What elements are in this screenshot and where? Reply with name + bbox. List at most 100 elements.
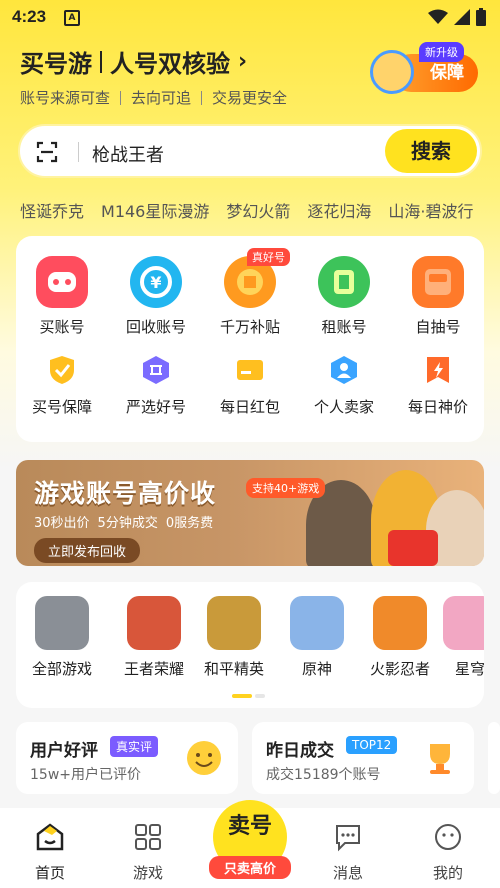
header-subtitle: 账号来源可查 去向可追 交易更安全: [20, 87, 287, 108]
service-label: 买号保障: [31, 398, 92, 416]
service-buy-guarantee[interactable]: 买号保障: [22, 354, 102, 417]
draw-box-icon: [412, 256, 464, 308]
subtitle-item: 交易更安全: [212, 89, 288, 107]
service-label: 每日红包: [219, 398, 280, 416]
recycle-banner[interactable]: 游戏账号高价收 支持40+游戏 30秒出价 5分钟成交 0服务费 立即发布回收: [16, 460, 484, 566]
service-label: 租账号: [321, 318, 367, 336]
hot-tag: 真好号: [247, 248, 290, 266]
game-icon: [127, 596, 181, 650]
service-subsidy[interactable]: 真好号 千万补贴: [210, 248, 290, 337]
service-recycle-account[interactable]: ¥ 回收账号: [116, 256, 196, 337]
hot-search-item[interactable]: 逐花归海: [307, 198, 371, 222]
search-input[interactable]: 枪战王者: [92, 141, 164, 167]
page-title[interactable]: 买号游 人号双核验 ›: [20, 44, 247, 79]
rent-icon: [318, 256, 370, 308]
game-icon: [373, 596, 427, 650]
upgrade-tag: 新升级: [419, 42, 464, 62]
tab-label: 游戏: [132, 864, 163, 882]
tab-profile[interactable]: 我的: [408, 822, 488, 883]
brand-name: 买号游: [20, 50, 92, 78]
game-item-all[interactable]: 全部游戏: [20, 596, 104, 679]
all-games-icon: [35, 596, 89, 650]
title-divider: [100, 50, 102, 73]
hot-search-item[interactable]: 怪诞乔克: [20, 198, 84, 222]
status-bar: 4:23 A: [0, 0, 500, 34]
status-icons: [428, 8, 486, 26]
gamepad-icon: [36, 256, 88, 308]
indicator-active: [232, 694, 252, 698]
search-button[interactable]: 搜索: [385, 129, 477, 173]
sell-button-label: 只卖高价: [209, 856, 291, 879]
game-icon: [290, 596, 344, 650]
mascot-icon: [370, 50, 414, 94]
banner-tag: 支持40+游戏: [246, 478, 326, 498]
user-reviews-card[interactable]: 用户好评 真实评 15w+用户已评价: [16, 722, 238, 794]
game-label: 和平精英: [203, 660, 264, 678]
tab-label: 我的: [432, 864, 463, 882]
yesterday-deals-card[interactable]: 昨日成交 TOP12 成交15189个账号: [252, 722, 474, 794]
profile-icon: [435, 824, 461, 850]
battery-icon: [476, 8, 486, 26]
banner-points: 30秒出价 5分钟成交 0服务费: [34, 512, 213, 531]
guarantee-badge[interactable]: 保障 新升级: [370, 42, 478, 96]
subtitle-divider: [120, 90, 122, 105]
select-icon: [140, 354, 172, 386]
hot-search-list: 怪诞乔克 M146星际漫游 梦幻火箭 逐花归海 山海·碧波行: [20, 198, 474, 222]
subtitle-item: 去向可追: [131, 89, 192, 107]
sell-account-button[interactable]: 卖号 只卖高价: [209, 800, 291, 882]
tab-messages[interactable]: 消息: [308, 822, 388, 883]
card-subtitle: 15w+用户已评价: [30, 767, 141, 783]
card-title: 昨日成交: [266, 741, 334, 761]
person-hex-icon: [328, 354, 360, 386]
scan-icon[interactable]: [36, 141, 58, 163]
service-selected-accounts[interactable]: 严选好号: [116, 354, 196, 417]
subtitle-divider: [201, 90, 203, 105]
shield-check-icon: [46, 354, 78, 386]
search-divider: [78, 142, 79, 162]
game-icon: [207, 596, 261, 650]
banner-point: 5分钟成交: [97, 516, 158, 531]
service-daily-deal[interactable]: 每日神价: [398, 354, 478, 417]
next-card-peek: [488, 722, 500, 794]
tab-home[interactable]: 首页: [10, 822, 90, 883]
service-personal-seller[interactable]: 个人卖家: [304, 354, 384, 417]
game-item[interactable]: 王者荣耀: [112, 596, 196, 679]
service-label: 回收账号: [125, 318, 186, 336]
subsidy-icon: 真好号: [224, 248, 290, 308]
chevron-right-icon: ›: [238, 49, 248, 74]
service-daily-red-envelope[interactable]: 每日红包: [210, 354, 290, 417]
game-item[interactable]: 和平精英: [192, 596, 276, 679]
service-rent-account[interactable]: 租账号: [304, 256, 384, 337]
search-bar[interactable]: 枪战王者 搜索: [18, 124, 482, 178]
grid-icon: [135, 824, 161, 850]
yen-recycle-icon: ¥: [130, 256, 182, 308]
game-label: 全部游戏: [31, 660, 92, 678]
red-envelope-illustration: [388, 530, 438, 566]
tab-label: 首页: [34, 864, 65, 882]
service-buy-account[interactable]: 买账号: [22, 256, 102, 337]
banner-title: 游戏账号高价收: [34, 479, 217, 508]
banner-point: 0服务费: [165, 516, 214, 531]
hot-search-item[interactable]: 山海·碧波行: [388, 198, 473, 222]
signal-icon: [454, 9, 470, 25]
game-list: 全部游戏 王者荣耀 和平精英 原神 火影忍者 星穹: [16, 582, 484, 708]
service-draw-account[interactable]: 自抽号: [398, 256, 478, 337]
banner-cta-button[interactable]: 立即发布回收: [34, 538, 141, 563]
game-label: 王者荣耀: [123, 660, 184, 678]
notification-icon: A: [64, 10, 80, 26]
hot-search-item[interactable]: M146星际漫游: [101, 198, 209, 222]
status-time: 4:23: [12, 7, 47, 26]
card-subtitle: 成交15189个账号: [266, 767, 381, 783]
hot-search-item[interactable]: 梦幻火箭: [226, 198, 290, 222]
red-envelope-icon: [234, 354, 266, 386]
card-chip: 真实评: [110, 736, 159, 757]
subtitle-item: 账号来源可查: [20, 89, 111, 107]
game-label: 火影忍者: [369, 660, 430, 678]
service-label: 买账号: [39, 318, 85, 336]
tab-games[interactable]: 游戏: [108, 822, 188, 883]
trophy-icon: [430, 744, 450, 774]
service-label: 自抽号: [415, 318, 461, 336]
game-item[interactable]: 原神: [275, 596, 359, 679]
game-item[interactable]: 星穹: [428, 596, 484, 679]
title-slogan: 人号双核验: [110, 50, 230, 78]
